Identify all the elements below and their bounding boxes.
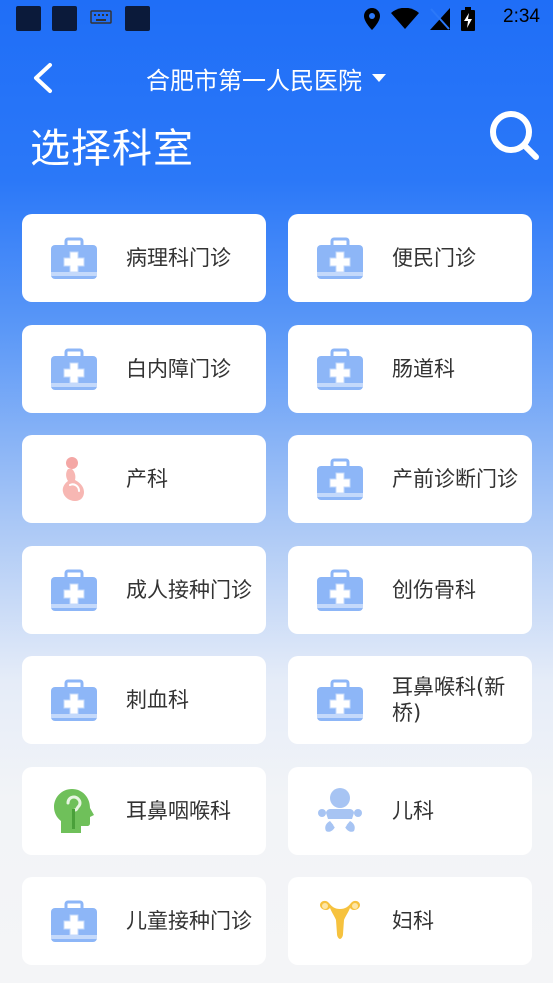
notification-icon — [125, 6, 150, 31]
hospital-selector[interactable]: 合肥市第一人民医院 — [146, 60, 386, 96]
department-label: 儿童接种门诊 — [126, 909, 252, 933]
department-label: 耳鼻喉科(新桥) — [392, 675, 506, 725]
department-card[interactable]: 肠道科 — [288, 325, 532, 413]
department-card[interactable]: 创伤骨科 — [288, 546, 532, 634]
department-label: 肠道科 — [392, 357, 455, 381]
medical-kit-icon — [50, 566, 98, 614]
head-ear-icon — [54, 789, 94, 833]
status-bar: 2:34 — [0, 0, 553, 38]
hospital-name: 合肥市第一人民医院 — [146, 66, 362, 95]
department-card[interactable]: 产前诊断门诊 — [288, 435, 532, 523]
back-button[interactable] — [28, 62, 58, 94]
uterus-icon — [320, 900, 360, 939]
department-card[interactable]: 病理科门诊 — [22, 214, 266, 302]
notification-icon — [16, 6, 41, 31]
department-card[interactable]: 刺血科 — [22, 656, 266, 744]
department-label: 耳鼻咽喉科 — [126, 799, 231, 823]
baby-icon — [318, 788, 362, 832]
department-label: 成人接种门诊 — [126, 578, 252, 602]
search-icon[interactable] — [488, 109, 540, 161]
department-card[interactable]: 产科 — [22, 435, 266, 523]
department-label: 病理科门诊 — [126, 246, 231, 270]
chevron-down-icon — [372, 74, 386, 82]
department-label: 白内障门诊 — [126, 357, 231, 381]
department-card[interactable]: 成人接种门诊 — [22, 546, 266, 634]
department-label: 产前诊断门诊 — [392, 467, 518, 491]
medical-kit-icon — [50, 234, 98, 282]
keyboard-icon — [90, 10, 112, 24]
clock: 2:34 — [503, 6, 540, 27]
department-card[interactable]: 白内障门诊 — [22, 325, 266, 413]
medical-kit-icon — [316, 234, 364, 282]
department-card[interactable]: 耳鼻喉科(新桥) — [288, 656, 532, 744]
medical-kit-icon — [316, 566, 364, 614]
department-label: 创伤骨科 — [392, 578, 476, 602]
notification-icon — [52, 6, 77, 31]
wifi-icon — [391, 8, 419, 29]
department-label: 便民门诊 — [392, 246, 476, 270]
medical-kit-icon — [50, 345, 98, 393]
department-card[interactable]: 儿科 — [288, 767, 532, 855]
department-label: 产科 — [126, 467, 168, 491]
page-title: 选择科室 — [30, 126, 194, 172]
medical-kit-icon — [316, 345, 364, 393]
department-card[interactable]: 妇科 — [288, 877, 532, 965]
medical-kit-icon — [50, 897, 98, 945]
department-label: 儿科 — [392, 799, 434, 823]
department-card[interactable]: 儿童接种门诊 — [22, 877, 266, 965]
department-card[interactable]: 便民门诊 — [288, 214, 532, 302]
pregnant-woman-icon — [62, 457, 84, 501]
department-label: 刺血科 — [126, 688, 189, 712]
department-card[interactable]: 耳鼻咽喉科 — [22, 767, 266, 855]
department-label: 妇科 — [392, 909, 434, 933]
medical-kit-icon — [50, 676, 98, 724]
battery-charging-icon — [461, 7, 475, 31]
no-signal-icon — [430, 8, 450, 30]
medical-kit-icon — [316, 455, 364, 503]
location-icon — [364, 8, 380, 30]
medical-kit-icon — [316, 676, 364, 724]
